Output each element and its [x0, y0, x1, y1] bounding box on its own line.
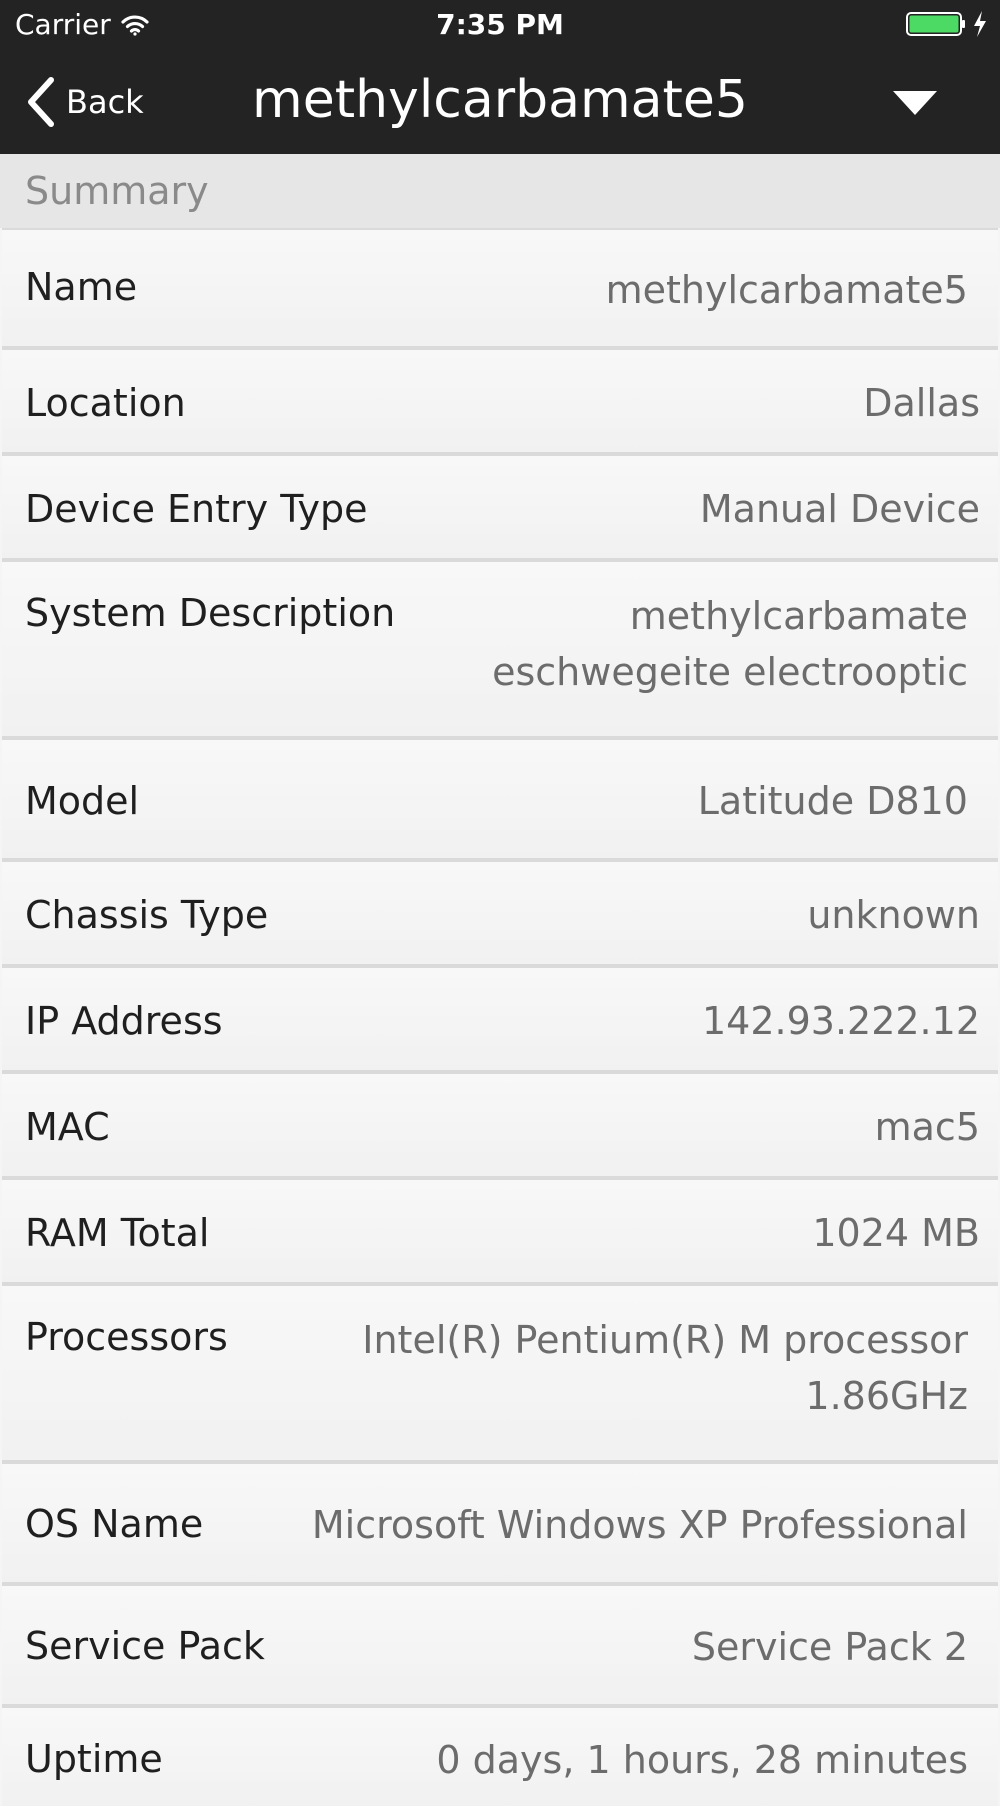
- detail-row-system-description: System Description methylcarbamate eschw…: [2, 560, 998, 738]
- detail-label: MAC: [25, 1105, 110, 1149]
- navigation-bar: Back methylcarbamate5: [0, 50, 1000, 154]
- detail-row-uptime: Uptime 0 days, 1 hours, 28 minutes: [2, 1706, 998, 1806]
- detail-label: Name: [25, 265, 138, 309]
- detail-row-name: Name methylcarbamate5: [2, 228, 998, 348]
- detail-row-service-pack: Service Pack Service Pack 2: [2, 1584, 998, 1706]
- detail-row-os-name: OS Name Microsoft Windows XP Professiona…: [2, 1462, 998, 1584]
- status-time: 7:35 PM: [436, 8, 564, 41]
- detail-row-mac: MAC mac5: [2, 1072, 998, 1178]
- detail-value: 1024 MB: [812, 1211, 980, 1255]
- detail-row-ram-total: RAM Total 1024 MB: [2, 1178, 998, 1284]
- detail-label: Location: [25, 381, 186, 425]
- detail-value: unknown: [807, 893, 980, 937]
- section-title: Summary: [25, 169, 209, 213]
- detail-value: methylcarbamate5: [605, 268, 968, 312]
- detail-label: Model: [25, 779, 140, 823]
- detail-label: Chassis Type: [25, 893, 269, 937]
- dropdown-menu-button[interactable]: [890, 88, 940, 118]
- detail-row-device-entry-type: Device Entry Type Manual Device: [2, 454, 998, 560]
- detail-row-location: Location Dallas: [2, 348, 998, 454]
- detail-value: Intel(R) Pentium(R) M processor 1.86GHz: [362, 1318, 968, 1418]
- triangle-down-icon: [893, 91, 937, 115]
- detail-label: IP Address: [25, 999, 223, 1043]
- detail-label: Uptime: [25, 1737, 163, 1781]
- detail-label: Device Entry Type: [25, 487, 368, 531]
- detail-value: 142.93.222.12: [701, 999, 980, 1043]
- detail-value: Service Pack 2: [691, 1625, 968, 1669]
- detail-value: Dallas: [863, 381, 980, 425]
- detail-row-processors: Processors Intel(R) Pentium(R) M process…: [2, 1284, 998, 1462]
- detail-label: OS Name: [25, 1502, 204, 1546]
- back-button[interactable]: Back: [26, 72, 144, 132]
- detail-label: System Description: [25, 591, 396, 635]
- detail-value: Microsoft Windows XP Professional: [311, 1503, 968, 1547]
- detail-row-ip-address: IP Address 142.93.222.12: [2, 966, 998, 1072]
- detail-value: 0 days, 1 hours, 28 minutes: [436, 1738, 968, 1782]
- chevron-left-icon: [28, 77, 54, 127]
- detail-label: Processors: [25, 1315, 228, 1359]
- back-label: Back: [66, 83, 144, 121]
- battery-indicator: [906, 10, 988, 38]
- status-bar: Carrier 7:35 PM: [0, 0, 1000, 50]
- detail-row-chassis-type: Chassis Type unknown: [2, 860, 998, 966]
- section-header: Summary: [0, 154, 1000, 228]
- detail-value: Manual Device: [699, 487, 980, 531]
- detail-value: Latitude D810: [697, 779, 968, 823]
- detail-label: RAM Total: [25, 1211, 210, 1255]
- detail-label: Service Pack: [25, 1624, 265, 1668]
- battery-icon: [906, 12, 965, 36]
- detail-row-model: Model Latitude D810: [2, 738, 998, 860]
- page-title: methylcarbamate5: [252, 70, 748, 130]
- detail-value: methylcarbamate eschwegeite electrooptic: [492, 594, 968, 694]
- charging-bolt-icon: [974, 11, 986, 37]
- battery-level: [909, 15, 959, 33]
- detail-value: mac5: [874, 1105, 980, 1149]
